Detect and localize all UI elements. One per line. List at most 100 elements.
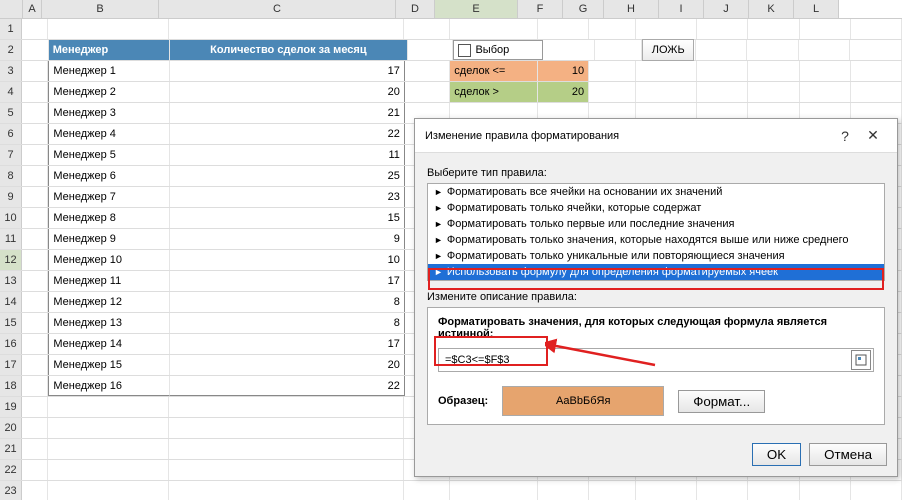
formula-input[interactable]	[439, 350, 851, 370]
cell[interactable]	[404, 481, 449, 500]
cell[interactable]	[748, 61, 799, 81]
cell[interactable]: Менеджер 8	[48, 208, 169, 228]
cell[interactable]	[850, 40, 902, 60]
cell[interactable]	[169, 418, 405, 438]
cell[interactable]	[48, 481, 168, 500]
cell[interactable]	[636, 481, 697, 500]
cell[interactable]: 17	[170, 271, 405, 291]
row-header[interactable]: 16	[0, 334, 22, 354]
row-header[interactable]: 17	[0, 355, 22, 375]
cell[interactable]: Выбор	[453, 40, 542, 60]
cell[interactable]: 20	[538, 82, 589, 102]
cell[interactable]	[169, 460, 405, 480]
cell[interactable]	[22, 187, 48, 207]
cell[interactable]: 20	[170, 82, 405, 102]
cell[interactable]: 8	[170, 313, 405, 333]
cell[interactable]	[22, 103, 48, 123]
row-header[interactable]: 9	[0, 187, 22, 207]
cell[interactable]	[48, 418, 168, 438]
dialog-titlebar[interactable]: Изменение правила форматирования ? ✕	[415, 119, 897, 153]
cell[interactable]	[48, 439, 168, 459]
cell[interactable]: 22	[170, 376, 405, 396]
col-header-a[interactable]: A	[23, 0, 42, 18]
cell[interactable]	[851, 481, 902, 500]
cell[interactable]	[851, 19, 902, 39]
row-header[interactable]: 10	[0, 208, 22, 228]
select-all-corner[interactable]	[0, 0, 23, 18]
cell[interactable]	[747, 40, 799, 60]
format-button[interactable]: Формат...	[678, 390, 765, 413]
cell[interactable]: Менеджер 9	[48, 229, 169, 249]
cell[interactable]: Менеджер 16	[48, 376, 169, 396]
cell[interactable]	[800, 82, 851, 102]
cell[interactable]	[450, 19, 538, 39]
cell[interactable]	[169, 481, 405, 500]
row-header[interactable]: 15	[0, 313, 22, 333]
cell[interactable]	[595, 40, 643, 60]
cell[interactable]	[589, 82, 636, 102]
close-icon[interactable]: ✕	[859, 127, 887, 144]
cell[interactable]	[851, 61, 902, 81]
cell[interactable]	[799, 40, 851, 60]
cell[interactable]: 22	[170, 124, 405, 144]
cell[interactable]	[800, 61, 851, 81]
row-header[interactable]: 3	[0, 61, 22, 81]
row-header[interactable]: 5	[0, 103, 22, 123]
cell[interactable]	[169, 397, 405, 417]
cell[interactable]: сделок <=	[450, 61, 538, 81]
row-header[interactable]: 11	[0, 229, 22, 249]
cell[interactable]: 8	[170, 292, 405, 312]
cell[interactable]	[405, 61, 450, 81]
cell[interactable]	[169, 19, 405, 39]
cell[interactable]	[22, 229, 48, 249]
cell[interactable]: Менеджер	[49, 40, 170, 60]
row-header[interactable]: 1	[0, 19, 22, 39]
cell[interactable]	[697, 481, 748, 500]
rule-type-item[interactable]: ►Форматировать только значения, которые …	[428, 232, 884, 248]
row-header[interactable]: 14	[0, 292, 22, 312]
rule-type-list[interactable]: ►Форматировать все ячейки на основании и…	[427, 183, 885, 281]
cell[interactable]	[22, 313, 48, 333]
cell[interactable]: 21	[170, 103, 405, 123]
cell[interactable]	[22, 397, 48, 417]
cell[interactable]: Менеджер 11	[48, 271, 169, 291]
cell[interactable]: Менеджер 3	[48, 103, 169, 123]
cell[interactable]	[22, 208, 48, 228]
cell[interactable]	[22, 271, 48, 291]
cell[interactable]: Менеджер 6	[48, 166, 169, 186]
cell[interactable]	[636, 61, 697, 81]
cell[interactable]: Менеджер 12	[48, 292, 169, 312]
cell[interactable]: 17	[170, 61, 405, 81]
row-header[interactable]: 18	[0, 376, 22, 396]
cell[interactable]: 23	[170, 187, 405, 207]
row-header[interactable]: 13	[0, 271, 22, 291]
cell[interactable]: Менеджер 14	[48, 334, 169, 354]
cell[interactable]	[538, 19, 589, 39]
rule-type-item[interactable]: ►Использовать формулу для определения фо…	[428, 264, 884, 280]
cell[interactable]	[22, 460, 48, 480]
cell[interactable]	[589, 19, 636, 39]
col-header-i[interactable]: I	[659, 0, 704, 18]
cell[interactable]: 17	[170, 334, 405, 354]
cell[interactable]	[636, 82, 697, 102]
row-header[interactable]: 20	[0, 418, 22, 438]
cell[interactable]: 11	[170, 145, 405, 165]
cell[interactable]: 25	[170, 166, 405, 186]
row-header[interactable]: 8	[0, 166, 22, 186]
cell[interactable]	[22, 334, 48, 354]
rule-type-item[interactable]: ►Форматировать только уникальные или пов…	[428, 248, 884, 264]
cell[interactable]	[696, 40, 748, 60]
cell[interactable]	[22, 355, 48, 375]
range-picker-icon[interactable]	[851, 350, 871, 370]
false-button[interactable]: ЛОЖЬ	[642, 39, 694, 61]
cell[interactable]	[405, 82, 450, 102]
cell[interactable]: сделок >	[450, 82, 538, 102]
cell[interactable]	[748, 19, 799, 39]
cell[interactable]	[404, 19, 449, 39]
cell[interactable]	[697, 82, 748, 102]
cell[interactable]	[22, 82, 48, 102]
cell[interactable]	[48, 397, 168, 417]
cell[interactable]: 10	[170, 250, 405, 270]
col-header-h[interactable]: H	[604, 0, 659, 18]
row-header[interactable]: 12	[0, 250, 22, 270]
